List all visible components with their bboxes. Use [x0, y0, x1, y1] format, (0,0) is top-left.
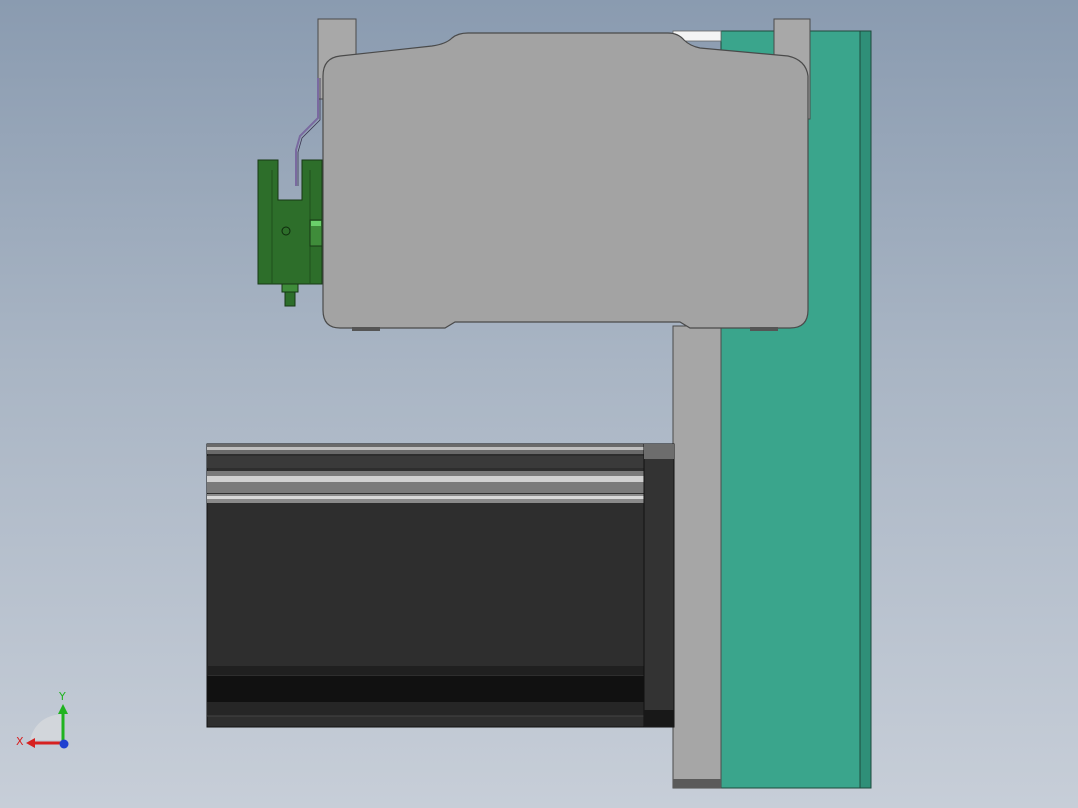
graphics-viewport[interactable]: Y X — [0, 0, 1078, 808]
x-axis-label: X — [16, 735, 24, 748]
cad-model-view[interactable]: Y X — [0, 0, 1078, 808]
y-axis-label: Y — [58, 690, 66, 703]
linear-module-body[interactable] — [322, 32, 809, 329]
vertical-rail[interactable] — [672, 325, 722, 789]
orientation-triad[interactable]: Y X — [16, 690, 69, 749]
stepper-motor[interactable] — [206, 443, 675, 728]
limit-sensor[interactable] — [257, 159, 323, 307]
z-axis-dot — [59, 739, 69, 749]
